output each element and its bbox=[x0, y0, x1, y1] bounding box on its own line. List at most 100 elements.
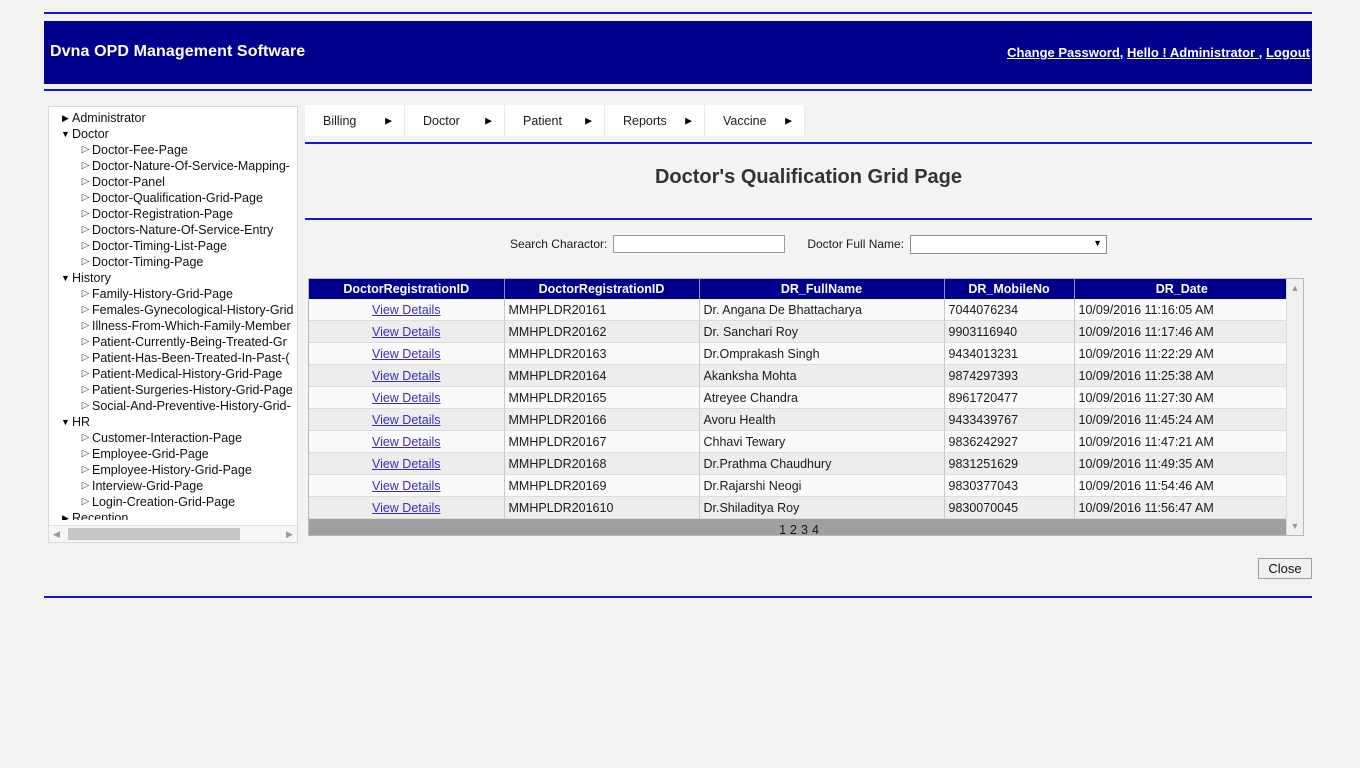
change-password-link[interactable]: Change Password bbox=[1007, 45, 1120, 60]
view-details-link[interactable]: View Details bbox=[372, 479, 441, 493]
sidebar-item-patient-surgeries-history-grid-page[interactable]: ▷ Patient-Surgeries-History-Grid-Page bbox=[49, 382, 297, 398]
pagination-current-page: 1 bbox=[779, 523, 787, 535]
sidebar-item-doctor-registration-page[interactable]: ▷ Doctor-Registration-Page bbox=[49, 206, 297, 222]
menu-item-vaccine[interactable]: Vaccine ▶ bbox=[705, 105, 805, 136]
leaf-triangle-icon[interactable]: ▷ bbox=[79, 158, 92, 174]
scroll-right-icon[interactable]: ▶ bbox=[282, 529, 297, 540]
expanded-triangle-icon[interactable]: ▼ bbox=[59, 414, 72, 430]
leaf-triangle-icon[interactable]: ▷ bbox=[79, 478, 92, 494]
expanded-triangle-icon[interactable]: ▼ bbox=[59, 126, 72, 142]
view-details-link[interactable]: View Details bbox=[372, 347, 441, 361]
grid-vertical-scrollbar[interactable]: ▲ ▼ bbox=[1286, 279, 1303, 535]
view-details-link[interactable]: View Details bbox=[372, 369, 441, 383]
sidebar-item-interview-grid-page[interactable]: ▷ Interview-Grid-Page bbox=[49, 478, 297, 494]
logout-link[interactable]: Logout bbox=[1266, 45, 1310, 60]
view-details-link[interactable]: View Details bbox=[372, 413, 441, 427]
column-header-4[interactable]: DR_Date bbox=[1074, 279, 1286, 299]
pagination-page-link[interactable]: 2 bbox=[790, 523, 797, 535]
sidebar-tree-panel: ▶ Administrator ▼ Doctor ▷ Doctor-Fee-Page ▷ Do… bbox=[48, 106, 298, 543]
scroll-left-icon[interactable]: ◀ bbox=[49, 529, 64, 540]
sidebar-item-doctor-qualification-grid-page[interactable]: ▷ Doctor-Qualification-Grid-Page bbox=[49, 190, 297, 206]
doctor-full-name-select[interactable]: ▼ bbox=[910, 234, 1108, 254]
sidebar-item-patient-medical-history-grid-page[interactable]: ▷ Patient-Medical-History-Grid-Page bbox=[49, 366, 297, 382]
leaf-triangle-icon[interactable]: ▷ bbox=[79, 334, 92, 350]
sidebar-scroll-track[interactable] bbox=[64, 526, 282, 542]
sidebar-item-doctors-nature-of-service-entry[interactable]: ▷ Doctors-Nature-Of-Service-Entry bbox=[49, 222, 297, 238]
sidebar-item-login-creation-grid-page[interactable]: ▷ Login-Creation-Grid-Page bbox=[49, 494, 297, 510]
sidebar-item-patient-has-been-treated-in-past[interactable]: ▷ Patient-Has-Been-Treated-In-Past-( bbox=[49, 350, 297, 366]
menu-item-reports[interactable]: Reports ▶ bbox=[605, 105, 705, 136]
pagination-page-link[interactable]: 3 bbox=[801, 523, 808, 535]
view-details-link[interactable]: View Details bbox=[372, 457, 441, 471]
sidebar-item-social-and-preventive-history-grid[interactable]: ▷ Social-And-Preventive-History-Grid- bbox=[49, 398, 297, 414]
sidebar-item-label: Patient-Currently-Being-Treated-Gr bbox=[92, 335, 287, 349]
leaf-triangle-icon[interactable]: ▷ bbox=[79, 190, 92, 206]
sidebar-item-doctor-timing-page[interactable]: ▷ Doctor-Timing-Page bbox=[49, 254, 297, 270]
chevron-right-icon: ▶ bbox=[385, 115, 392, 125]
leaf-triangle-icon[interactable]: ▷ bbox=[79, 318, 92, 334]
menu-item-patient[interactable]: Patient ▶ bbox=[505, 105, 605, 136]
sidebar-item-hr[interactable]: ▼ HR bbox=[49, 414, 297, 430]
column-header-3[interactable]: DR_MobileNo bbox=[944, 279, 1075, 299]
pagination-cell: 1234 bbox=[309, 518, 1286, 535]
pagination-page-link[interactable]: 4 bbox=[812, 523, 819, 535]
leaf-triangle-icon[interactable]: ▷ bbox=[79, 286, 92, 302]
column-header-2[interactable]: DR_FullName bbox=[699, 279, 945, 299]
sidebar-item-patient-currently-being-treated-gr[interactable]: ▷ Patient-Currently-Being-Treated-Gr bbox=[49, 334, 297, 350]
view-details-link[interactable]: View Details bbox=[372, 391, 441, 405]
view-details-link[interactable]: View Details bbox=[372, 435, 441, 449]
greeting-administrator-link[interactable]: Hello ! Administrator bbox=[1127, 45, 1259, 60]
sidebar-item-doctor-fee-page[interactable]: ▷ Doctor-Fee-Page bbox=[49, 142, 297, 158]
view-details-link[interactable]: View Details bbox=[372, 325, 441, 339]
leaf-triangle-icon[interactable]: ▷ bbox=[79, 302, 92, 318]
expanded-triangle-icon[interactable]: ▼ bbox=[59, 270, 72, 286]
collapsed-triangle-icon[interactable]: ▶ bbox=[59, 510, 72, 520]
leaf-triangle-icon[interactable]: ▷ bbox=[79, 350, 92, 366]
scroll-down-icon[interactable]: ▼ bbox=[1287, 519, 1303, 533]
leaf-triangle-icon[interactable]: ▷ bbox=[79, 398, 92, 414]
leaf-triangle-icon[interactable]: ▷ bbox=[79, 462, 92, 478]
sidebar-item-reception[interactable]: ▶ Reception bbox=[49, 510, 297, 520]
sidebar-item-doctor-panel[interactable]: ▷ Doctor-Panel bbox=[49, 174, 297, 190]
search-input[interactable] bbox=[613, 235, 786, 253]
leaf-triangle-icon[interactable]: ▷ bbox=[79, 174, 92, 190]
sidebar-item-illness-from-which-family-member[interactable]: ▷ Illness-From-Which-Family-Member bbox=[49, 318, 297, 334]
sidebar-scroll-thumb[interactable] bbox=[68, 528, 240, 540]
sidebar-horizontal-scrollbar[interactable]: ◀ ▶ bbox=[49, 525, 297, 542]
sidebar-item-doctor-nature-of-service-mapping[interactable]: ▷ Doctor-Nature-Of-Service-Mapping- bbox=[49, 158, 297, 174]
leaf-triangle-icon[interactable]: ▷ bbox=[79, 382, 92, 398]
close-button[interactable]: Close bbox=[1258, 558, 1312, 579]
sidebar-item-history[interactable]: ▼ History bbox=[49, 270, 297, 286]
cell-registration-id: MMHPLDR20161 bbox=[504, 299, 700, 321]
column-header-0[interactable]: DoctorRegistrationID bbox=[309, 279, 505, 299]
cell-view-details: View Details bbox=[309, 408, 505, 431]
sidebar-item-family-history-grid-page[interactable]: ▷ Family-History-Grid-Page bbox=[49, 286, 297, 302]
menu-item-billing[interactable]: Billing ▶ bbox=[305, 105, 405, 136]
leaf-triangle-icon[interactable]: ▷ bbox=[79, 430, 92, 446]
content-panel: Billing ▶ Doctor ▶ Patient ▶ Reports ▶ Vaccine ▶ … bbox=[305, 100, 1312, 543]
sidebar-item-label: Employee-History-Grid-Page bbox=[92, 463, 252, 477]
sidebar-item-females-gynecological-history-grid[interactable]: ▷ Females-Gynecological-History-Grid bbox=[49, 302, 297, 318]
sidebar-item-employee-grid-page[interactable]: ▷ Employee-Grid-Page bbox=[49, 446, 297, 462]
collapsed-triangle-icon[interactable]: ▶ bbox=[59, 110, 72, 126]
sidebar-item-administrator[interactable]: ▶ Administrator bbox=[49, 110, 297, 126]
view-details-link[interactable]: View Details bbox=[372, 501, 441, 515]
leaf-triangle-icon[interactable]: ▷ bbox=[79, 254, 92, 270]
sidebar-item-customer-interaction-page[interactable]: ▷ Customer-Interaction-Page bbox=[49, 430, 297, 446]
leaf-triangle-icon[interactable]: ▷ bbox=[79, 222, 92, 238]
leaf-triangle-icon[interactable]: ▷ bbox=[79, 446, 92, 462]
column-header-1[interactable]: DoctorRegistrationID bbox=[504, 279, 700, 299]
header-link-separator-1: , bbox=[1119, 45, 1128, 60]
sidebar-item-doctor-timing-list-page[interactable]: ▷ Doctor-Timing-List-Page bbox=[49, 238, 297, 254]
menu-item-doctor[interactable]: Doctor ▶ bbox=[405, 105, 505, 136]
cell-registration-id: MMHPLDR20164 bbox=[504, 364, 700, 387]
sidebar-item-doctor[interactable]: ▼ Doctor bbox=[49, 126, 297, 142]
scroll-up-icon[interactable]: ▲ bbox=[1287, 281, 1303, 295]
sidebar-item-employee-history-grid-page[interactable]: ▷ Employee-History-Grid-Page bbox=[49, 462, 297, 478]
leaf-triangle-icon[interactable]: ▷ bbox=[79, 494, 92, 510]
leaf-triangle-icon[interactable]: ▷ bbox=[79, 206, 92, 222]
leaf-triangle-icon[interactable]: ▷ bbox=[79, 142, 92, 158]
leaf-triangle-icon[interactable]: ▷ bbox=[79, 366, 92, 382]
view-details-link[interactable]: View Details bbox=[372, 303, 441, 317]
leaf-triangle-icon[interactable]: ▷ bbox=[79, 238, 92, 254]
